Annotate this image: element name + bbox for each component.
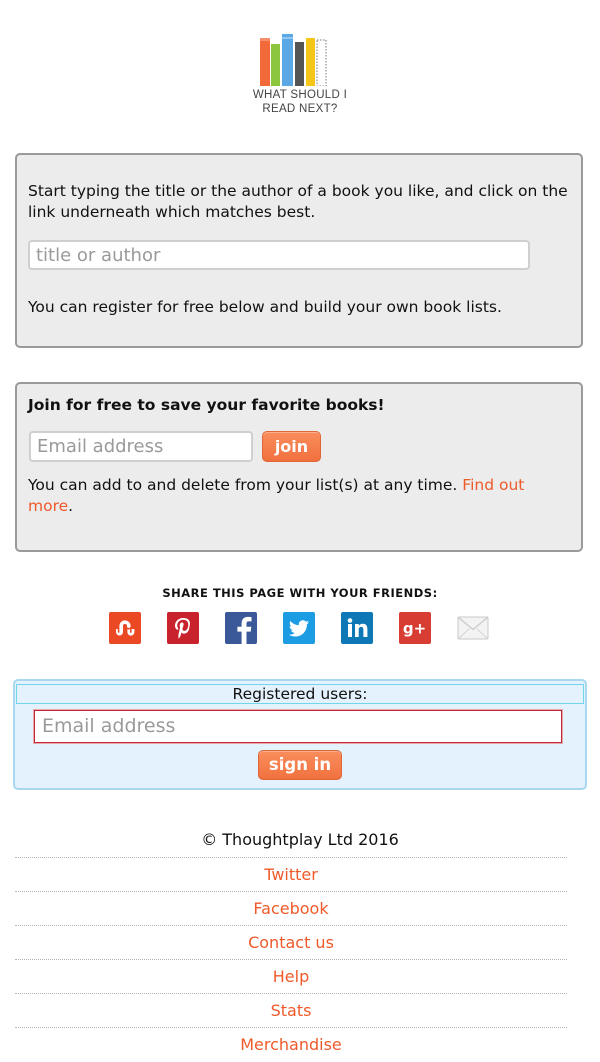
- footer-link-twitter[interactable]: Twitter: [15, 857, 567, 891]
- site-logo[interactable]: WHAT SHOULD I READ NEXT?: [240, 34, 360, 124]
- registered-users-panel: Registered users: Email address sign in: [13, 679, 587, 790]
- logo-line-1: WHAT SHOULD I: [252, 89, 348, 101]
- footer-link-facebook[interactable]: Facebook: [15, 891, 567, 925]
- linkedin-icon[interactable]: [341, 612, 373, 644]
- pinterest-icon[interactable]: [167, 612, 199, 644]
- search-input[interactable]: title or author: [28, 240, 530, 270]
- search-instructions: Start typing the title or the author of …: [28, 182, 568, 221]
- google-plus-icon[interactable]: g+: [399, 612, 431, 644]
- logo-text: WHAT SHOULD I READ NEXT?: [240, 88, 360, 116]
- share-title: SHARE THIS PAGE WITH YOUR FRIENDS:: [162, 586, 438, 600]
- register-note: You can register for free below and buil…: [28, 298, 502, 316]
- share-icons: g+: [109, 612, 515, 644]
- footer-link-stats[interactable]: Stats: [15, 993, 567, 1027]
- twitter-icon[interactable]: [283, 612, 315, 644]
- search-panel: Start typing the title or the author of …: [15, 153, 583, 348]
- email-icon[interactable]: [457, 612, 489, 644]
- footer-links: Twitter Facebook Contact us Help Stats M…: [15, 857, 567, 1061]
- join-note-text: You can add to and delete from your list…: [28, 476, 463, 494]
- facebook-icon[interactable]: [225, 612, 257, 644]
- join-form: Email address join: [29, 431, 569, 462]
- footer-link-merchandise[interactable]: Merchandise: [15, 1027, 567, 1061]
- stumbleupon-icon[interactable]: [109, 612, 141, 644]
- join-note-period: .: [68, 497, 74, 515]
- svg-text:g+: g+: [403, 620, 426, 638]
- footer-link-help[interactable]: Help: [15, 959, 567, 993]
- signin-email-input[interactable]: Email address: [33, 709, 563, 744]
- join-panel: Join for free to save your favorite book…: [15, 382, 583, 552]
- copyright: © Thoughtplay Ltd 2016: [201, 830, 399, 849]
- join-title: Join for free to save your favorite book…: [28, 396, 385, 414]
- logo-line-2: READ NEXT?: [262, 103, 338, 115]
- footer-link-contact[interactable]: Contact us: [15, 925, 567, 959]
- registered-users-title: Registered users:: [16, 684, 584, 704]
- join-button[interactable]: join: [262, 431, 321, 462]
- join-note: You can add to and delete from your list…: [28, 475, 569, 517]
- join-email-input[interactable]: Email address: [29, 431, 253, 462]
- book-stack-icon: [260, 34, 327, 86]
- sign-in-button[interactable]: sign in: [258, 750, 342, 780]
